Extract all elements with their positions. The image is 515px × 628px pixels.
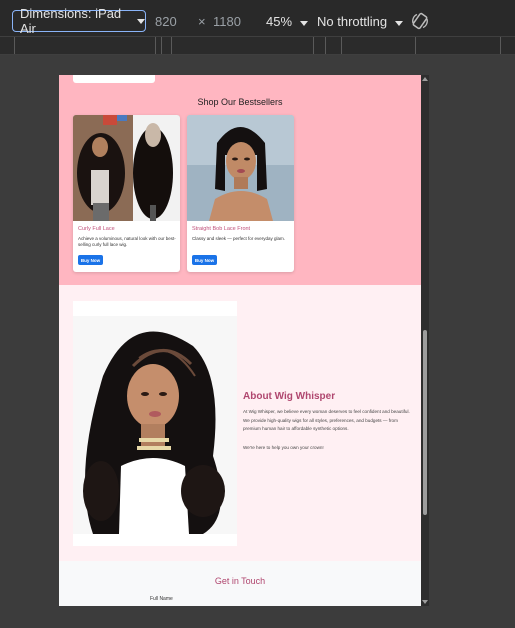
device-toolbar: Dimensions: iPad Air 820 × 1180 45% No t… (0, 0, 515, 37)
chevron-down-icon (299, 21, 308, 26)
viewport-scrollbar[interactable] (421, 75, 429, 606)
curly-wig-product-image (73, 115, 180, 221)
rotate-icon[interactable] (410, 11, 430, 31)
contact-section: Get in Touch Full Name (59, 561, 421, 606)
about-title: About Wig Whisper (243, 391, 336, 402)
throttling-label: No throttling (317, 14, 388, 29)
times-symbol: × (198, 14, 206, 29)
buy-now-button[interactable]: Buy Now (78, 255, 103, 265)
contact-title: Get in Touch (214, 576, 266, 586)
product-description: Achieve a voluminous, natural look with … (78, 236, 176, 247)
about-image-card (73, 301, 237, 546)
width-input[interactable]: 820 (155, 14, 177, 29)
bestsellers-section: Shop Our Bestsellers Curly Full Lace Ach… (59, 75, 421, 285)
zoom-label: 45% (266, 14, 293, 29)
scrollbar-thumb[interactable] (423, 330, 427, 515)
bob-wig-product-image (187, 115, 294, 221)
dimensions-dropdown[interactable]: Dimensions: iPad Air (12, 6, 146, 36)
product-title: Curly Full Lace (78, 226, 115, 232)
chevron-down-icon (394, 21, 403, 26)
buy-now-button[interactable]: Buy Now (192, 255, 217, 265)
throttling-dropdown[interactable]: No throttling (317, 14, 403, 29)
product-card: Curly Full Lace Achieve a voluminous, na… (73, 115, 180, 272)
about-section: About Wig Whisper At Wig Whisper, we bel… (59, 285, 421, 561)
full-name-label: Full Name (150, 596, 173, 602)
scroll-up-icon[interactable] (422, 77, 428, 81)
about-tagline: We're here to help you own your crown! (243, 445, 324, 450)
bestsellers-title: Shop Our Bestsellers (197, 97, 283, 107)
device-viewport: Shop Our Bestsellers Curly Full Lace Ach… (59, 75, 421, 606)
product-description: Classy and sleek — perfect for everyday … (192, 236, 286, 241)
previous-card-fragment (73, 75, 155, 83)
zoom-dropdown[interactable]: 45% (266, 14, 308, 29)
braided-wig-model-image (73, 316, 237, 534)
about-paragraph: At Wig Whisper, we believe every woman d… (243, 409, 410, 431)
scroll-down-icon[interactable] (422, 600, 428, 604)
product-card: Straight Bob Lace Front Classy and sleek… (187, 115, 294, 272)
height-input[interactable]: 1180 (213, 14, 241, 29)
media-query-bar (0, 37, 515, 55)
product-title: Straight Bob Lace Front (192, 226, 251, 232)
dimensions-label: Dimensions: iPad Air (20, 6, 122, 36)
chevron-down-icon (137, 18, 145, 24)
